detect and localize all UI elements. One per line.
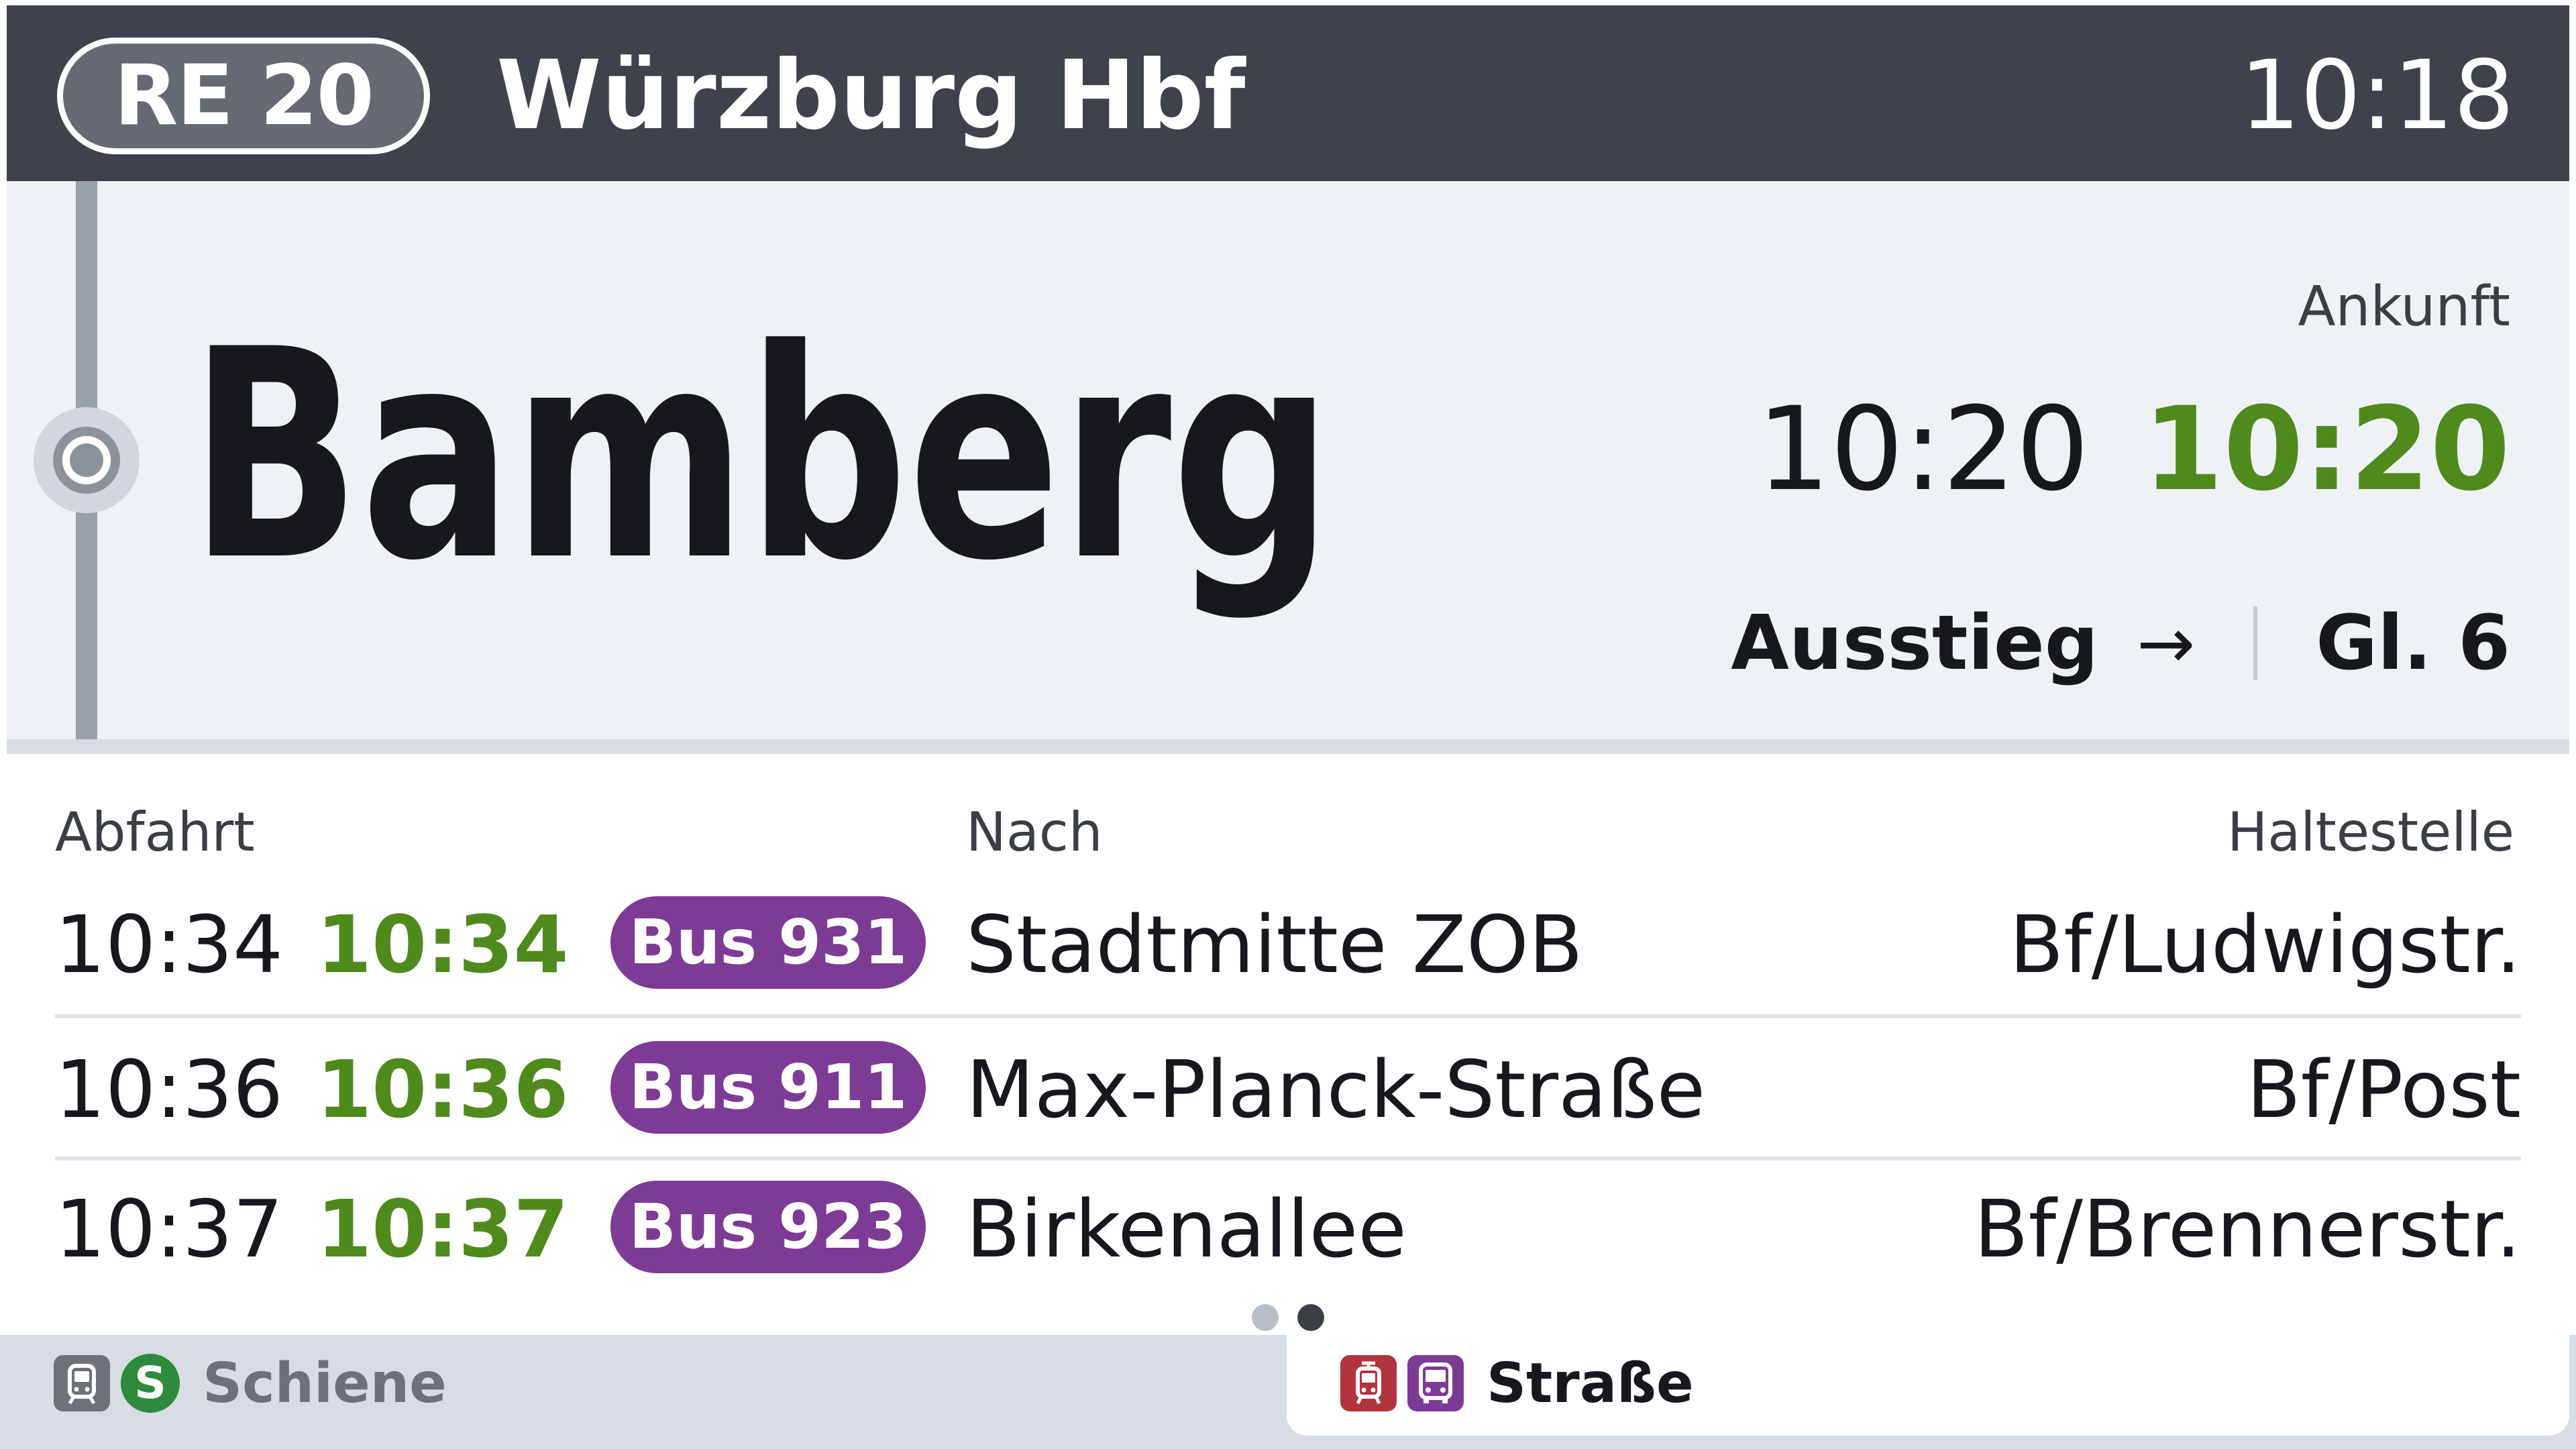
bus-line-badge: Bus 931 [610, 896, 926, 989]
tab-rail-label: Schiene [203, 1351, 447, 1415]
arrow-right-icon: → [2137, 602, 2196, 685]
next-stop-name: Bamberg [189, 288, 1333, 624]
arrival-actual-time: 10:20 [2143, 382, 2511, 517]
current-time: 10:18 [2239, 40, 2514, 151]
connection-departures: Abfahrt Nach Haltestelle 10:34 10:34 Bus… [7, 739, 2569, 1335]
departure-planned-time: 10:34 [55, 898, 284, 991]
exit-divider [2253, 606, 2258, 681]
tram-icon [1340, 1355, 1397, 1411]
departure-planned-time: 10:37 [55, 1183, 284, 1275]
page-dot-active[interactable] [1297, 1304, 1324, 1331]
arrival-planned-time: 10:20 [1756, 382, 2090, 517]
departure-stop: Bf/Brennerstr. [1974, 1183, 2521, 1275]
column-header-stop: Haltestelle [2227, 801, 2514, 863]
header-bar: RE 20 Würzburg Hbf 10:18 [7, 5, 2569, 181]
column-header-departure: Abfahrt [55, 801, 255, 863]
page-dot[interactable] [1252, 1304, 1279, 1331]
mode-tab-bar: S Schiene Straße [0, 1335, 2576, 1449]
stop-marker-icon [34, 407, 140, 513]
column-header-destination: Nach [966, 801, 1103, 863]
exit-info: Ausstieg → Gl. 6 [1731, 592, 2510, 687]
bus-line-badge: Bus 911 [610, 1041, 926, 1134]
train-destination: Würzburg Hbf [496, 40, 1246, 151]
tab-road-label: Straße [1487, 1351, 1694, 1415]
line-badge: RE 20 [57, 38, 430, 154]
stop-marker-dot [70, 443, 103, 477]
departure-row: 10:37 10:37 Bus 923 Birkenallee Bf/Brenn… [55, 1159, 2521, 1299]
arrival-times: 10:20 10:20 [1757, 382, 2510, 517]
bus-icon [1407, 1355, 1464, 1411]
departure-row: 10:34 10:34 Bus 931 Stadtmitte ZOB Bf/Lu… [55, 875, 2521, 1014]
departure-destination: Birkenallee [966, 1183, 1407, 1275]
departure-destination: Stadtmitte ZOB [966, 898, 1583, 991]
departure-destination: Max-Planck-Straße [966, 1043, 1706, 1136]
departure-stop: Bf/Ludwigstr. [2009, 898, 2521, 991]
bus-line-badge: Bus 923 [610, 1181, 926, 1273]
departure-actual-time: 10:34 [317, 898, 569, 991]
departure-planned-time: 10:36 [55, 1043, 284, 1136]
arrival-label: Ankunft [2298, 275, 2510, 339]
row-divider [55, 1014, 2521, 1018]
departure-row: 10:36 10:36 Bus 911 Max-Planck-Straße Bf… [55, 1020, 2521, 1159]
tab-rail[interactable]: S Schiene [7, 1335, 1287, 1449]
next-stop-panel: Bamberg Ankunft 10:20 10:20 Ausstieg → Gl… [7, 181, 2569, 739]
page-indicator [7, 1304, 2569, 1334]
passenger-info-display: RE 20 Würzburg Hbf 10:18 Bamberg Ankunft… [0, 0, 2576, 1449]
departure-actual-time: 10:36 [317, 1043, 569, 1136]
s-bahn-icon: S [121, 1354, 180, 1413]
departure-stop: Bf/Post [2246, 1043, 2521, 1136]
tab-road[interactable]: Straße [1287, 1335, 2569, 1436]
train-icon [54, 1355, 110, 1411]
exit-side-label: Ausstieg [1731, 600, 2099, 688]
platform-number: Gl. 6 [2316, 600, 2510, 688]
departure-actual-time: 10:37 [317, 1183, 569, 1275]
